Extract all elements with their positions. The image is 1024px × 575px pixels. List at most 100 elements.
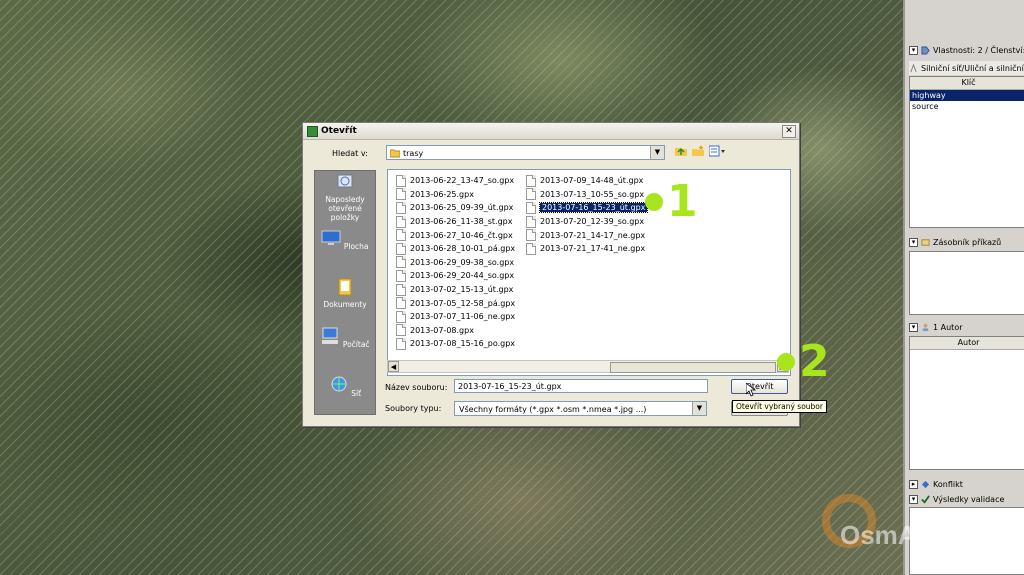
close-icon[interactable]: ✕ [782, 125, 796, 138]
documents-icon [338, 278, 352, 296]
computer-icon [322, 327, 339, 344]
dialog-title: Otevřít [321, 126, 357, 136]
look-in-combo[interactable]: trasy ▼ [386, 145, 665, 160]
file-icon [526, 174, 536, 187]
annotation-marker-2: 2 [777, 340, 830, 384]
scrollbar-thumb[interactable] [610, 362, 776, 373]
tag-icon [921, 45, 930, 55]
file-item[interactable]: 2013-07-21_14-17_ne.gpx [526, 228, 647, 242]
up-folder-icon[interactable] [675, 145, 687, 157]
checkmark-icon [921, 494, 930, 504]
column-header-author[interactable]: Autor [910, 337, 1024, 350]
dialog-titlebar[interactable]: Otevřít [303, 123, 799, 140]
filename-label: Název souboru: [385, 383, 448, 392]
table-row[interactable]: highway [910, 90, 1024, 101]
file-icon [396, 215, 406, 228]
file-icon [396, 201, 406, 214]
stack-icon [921, 238, 930, 246]
file-icon [396, 188, 406, 201]
file-item[interactable]: 2013-07-16_15-23_út.gpx [526, 201, 649, 215]
folder-icon [390, 149, 400, 158]
properties-table: Klíč highway source [909, 76, 1024, 228]
file-item[interactable]: 2013-06-26_11-38_st.gpx [396, 215, 515, 229]
filetype-label: Soubory typu: [385, 404, 442, 413]
chevron-down-icon[interactable]: ▼ [650, 146, 664, 159]
file-item[interactable]: 2013-07-07_11-06_ne.gpx [396, 310, 515, 324]
annotation-marker-1: 1 [645, 180, 698, 224]
validation-header[interactable]: ▾ Výsledky validace [909, 492, 1024, 506]
file-item[interactable]: 2013-07-08_15-16_po.gpx [396, 337, 515, 351]
command-stack-list [909, 251, 1024, 315]
file-item[interactable]: 2013-07-09_14-48_út.gpx [526, 174, 647, 188]
file-item[interactable]: 2013-07-21_17-41_ne.gpx [526, 242, 647, 256]
file-item[interactable]: 2013-07-13_10-55_so.gpx [526, 188, 647, 202]
place-recent[interactable]: Naposledy otevřené položky [315, 173, 375, 222]
file-icon [396, 297, 406, 310]
file-item[interactable]: 2013-06-25.gpx [396, 188, 515, 202]
file-item[interactable]: 2013-06-25_09-39_út.gpx [396, 201, 515, 215]
recent-icon [337, 174, 353, 188]
file-item[interactable]: 2013-07-20_12-39_so.gpx [526, 215, 647, 229]
file-icon [396, 242, 406, 255]
file-icon [396, 229, 406, 242]
properties-title: Vlastnosti: 2 / Členství: 0 [933, 45, 1024, 55]
chevron-down-icon[interactable]: ▼ [692, 402, 706, 415]
marker-dot-icon [645, 193, 663, 211]
file-icon [396, 310, 406, 323]
scroll-left-icon[interactable]: ◀ [388, 361, 399, 372]
conflict-icon [921, 480, 930, 488]
file-column-1: 2013-06-22_13-47_so.gpx 2013-06-25.gpx 201… [396, 174, 515, 351]
file-item[interactable]: 2013-07-02_15-13_út.gpx [396, 283, 515, 297]
file-icon [396, 283, 406, 296]
marker-dot-icon [777, 353, 795, 371]
file-item[interactable]: 2013-06-29_09-38_so.gpx [396, 256, 515, 270]
open-file-dialog: Otevřít ✕ Hledat v: trasy ▼ Naposledy ot… [302, 122, 800, 427]
command-stack-header[interactable]: ▾ Zásobník příkazů [909, 235, 1024, 249]
table-row[interactable]: source [910, 101, 1024, 112]
filetype-select[interactable]: Všechny formáty (*.gpx *.osm *.nmea *.jp… [454, 401, 707, 416]
properties-header[interactable]: ▾ Vlastnosti: 2 / Členství: 0 [909, 43, 1024, 57]
file-icon [396, 324, 406, 337]
place-documents[interactable]: Dokumenty [315, 278, 375, 309]
file-item[interactable]: 2013-07-08.gpx [396, 324, 515, 338]
file-icon [526, 188, 536, 201]
desktop-icon [321, 230, 341, 245]
collapse-toggle-icon[interactable]: ▾ [909, 494, 918, 504]
file-icon [526, 201, 536, 214]
file-icon [526, 229, 536, 242]
filename-input[interactable]: 2013-07-16_15-23_út.gpx [454, 379, 708, 393]
file-item[interactable]: 2013-07-05_12-58_pá.gpx [396, 296, 515, 310]
view-menu-icon[interactable] [709, 145, 727, 157]
file-icon [396, 269, 406, 282]
file-icon [526, 215, 536, 228]
file-icon [396, 337, 406, 350]
collapse-toggle-icon[interactable]: ▾ [909, 322, 918, 332]
author-icon [922, 323, 929, 331]
open-button-tooltip: Otevřít vybraný soubor [732, 400, 827, 413]
new-folder-icon[interactable] [692, 145, 704, 157]
conflict-header[interactable]: ▸ Konflikt [909, 477, 1024, 491]
road-icon [910, 63, 917, 72]
collapse-toggle-icon[interactable]: ▾ [909, 45, 918, 55]
mouse-cursor-icon [746, 383, 756, 397]
horizontal-scrollbar[interactable]: ◀ ▶ [387, 360, 789, 373]
column-header-key[interactable]: Klíč [910, 77, 1024, 90]
collapse-toggle-icon[interactable]: ▾ [909, 237, 918, 247]
right-panel: ▾ Vlastnosti: 2 / Členství: 0 Silniční s… [903, 0, 1024, 575]
place-computer[interactable]: Počítač [315, 327, 375, 349]
look-in-label: Hledat v: [332, 149, 368, 158]
file-item[interactable]: 2013-06-29_20-44_so.gpx [396, 269, 515, 283]
authors-header[interactable]: ▾ 1 Autor [909, 320, 1024, 334]
watermark: OsmAnd.cz [840, 520, 984, 550]
file-icon [396, 174, 406, 187]
file-list[interactable]: 2013-06-22_13-47_so.gpx 2013-06-25.gpx 201… [387, 169, 791, 376]
properties-subheader: Silniční síť/Uliční a silniční síť [909, 61, 1024, 75]
place-desktop[interactable]: Plocha [315, 229, 375, 251]
file-item[interactable]: 2013-06-27_10-46_čt.gpx [396, 228, 515, 242]
places-bar: Naposledy otevřené položky Plocha Dokume… [314, 170, 376, 415]
network-icon [331, 376, 347, 392]
expand-toggle-icon[interactable]: ▸ [909, 479, 918, 489]
file-item[interactable]: 2013-06-28_10-01_pá.gpx [396, 242, 515, 256]
file-item[interactable]: 2013-06-22_13-47_so.gpx [396, 174, 515, 188]
place-network[interactable]: Síť [315, 376, 375, 398]
